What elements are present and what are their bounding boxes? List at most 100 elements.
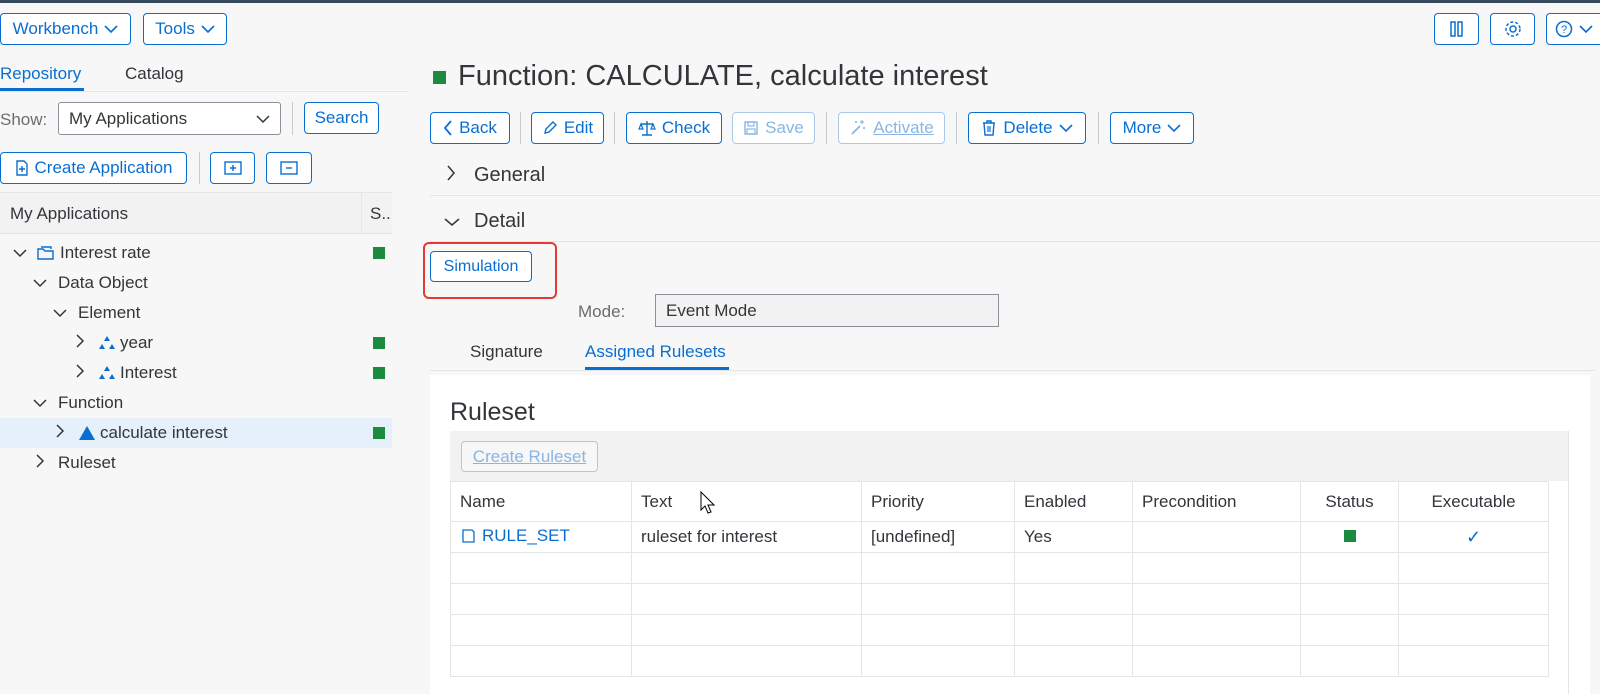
expand-all-button[interactable] [210, 152, 255, 184]
tree-item-data-object[interactable]: Data Object [0, 268, 392, 298]
status-active-icon [373, 367, 385, 379]
chevron-down-icon [1167, 124, 1181, 133]
tree-item-element[interactable]: Element [0, 298, 392, 328]
section-general-label: General [474, 163, 546, 186]
ruleset-panel: Ruleset Create Ruleset Name Text Priorit… [430, 375, 1590, 694]
tab-repository[interactable]: Repository [0, 64, 81, 84]
left-panel: Repository Catalog Show: My Applications… [0, 55, 408, 694]
save-label: Save [765, 118, 804, 137]
element-icon [99, 366, 115, 379]
section-divider [430, 195, 1600, 196]
tree-item-ruleset[interactable]: Ruleset [0, 448, 392, 478]
collapse-all-icon [280, 161, 298, 175]
create-application-button[interactable]: Create Application [0, 152, 187, 184]
tree-item-interest-rate[interactable]: Interest rate [0, 238, 392, 268]
element-icon [99, 336, 115, 349]
tabs-divider [430, 370, 1596, 371]
collapse-all-button[interactable] [266, 152, 312, 184]
ruleset-title: Ruleset [450, 398, 535, 426]
chevron-down-icon[interactable] [30, 393, 50, 413]
section-detail-header[interactable]: Detail [408, 206, 1592, 236]
column-header-precondition[interactable]: Precondition [1132, 481, 1301, 522]
main-panel: Function: CALCULATE, calculate interest … [408, 55, 1600, 694]
chevron-right-icon[interactable] [70, 333, 90, 353]
help-button[interactable]: ? [1546, 13, 1600, 45]
edit-button[interactable]: Edit [531, 112, 604, 144]
ruleset-table: Name Text Priority Enabled Precondition … [450, 481, 1549, 677]
tools-menu-button[interactable]: Tools [143, 13, 227, 45]
column-header-name[interactable]: Name [450, 481, 632, 522]
svg-text:?: ? [1561, 24, 1567, 36]
chevron-right-icon[interactable] [50, 423, 70, 443]
table-row [450, 645, 1549, 677]
tree-item-label: calculate interest [100, 423, 228, 442]
mode-field: Event Mode [655, 294, 999, 327]
toolbar-separator [826, 112, 827, 144]
balance-icon [638, 121, 656, 136]
settings-button[interactable] [1490, 13, 1535, 45]
tools-label: Tools [155, 19, 195, 38]
more-button[interactable]: More [1110, 112, 1194, 144]
cell-name[interactable]: RULE_SET [450, 521, 632, 553]
column-header-text[interactable]: Text [631, 481, 862, 522]
column-header-status[interactable]: Status [1300, 481, 1399, 522]
column-header-enabled[interactable]: Enabled [1014, 481, 1133, 522]
cell-enabled: Yes [1014, 521, 1133, 553]
more-label: More [1122, 118, 1162, 137]
tree-item-calculate-interest[interactable]: calculate interest [0, 418, 392, 448]
cell-status [1300, 521, 1399, 553]
table-row[interactable]: RULE_SET ruleset for interest [undefined… [450, 521, 1549, 553]
toolbar-separator [292, 102, 293, 135]
show-select[interactable]: My Applications [58, 102, 281, 135]
delete-button[interactable]: Delete [968, 112, 1086, 144]
chevron-down-icon [444, 210, 460, 233]
section-detail-label: Detail [474, 209, 526, 232]
activate-label: Activate [873, 118, 934, 137]
cell-priority: [undefined] [861, 521, 1015, 553]
tab-catalog[interactable]: Catalog [125, 64, 184, 84]
tree-item-label: year [120, 333, 154, 352]
table-right-edge [1568, 431, 1569, 694]
chevron-right-icon[interactable] [30, 453, 50, 473]
tab-assigned-rulesets[interactable]: Assigned Rulesets [585, 342, 726, 362]
tree-item-label: Ruleset [58, 453, 116, 472]
toolbar-separator [520, 112, 521, 144]
back-label: Back [459, 118, 497, 137]
ruleset-link[interactable]: RULE_SET [482, 526, 570, 546]
chevron-down-icon [104, 25, 118, 34]
table-row [450, 614, 1549, 646]
tree-item-label: Interest rate [60, 243, 151, 262]
tree-item-year[interactable]: year [0, 328, 392, 358]
workbench-label: Workbench [12, 19, 99, 38]
save-button[interactable]: Save [732, 112, 815, 144]
tab-signature[interactable]: Signature [470, 342, 543, 362]
check-button[interactable]: Check [626, 112, 722, 144]
simulation-button[interactable]: Simulation [430, 251, 532, 282]
workbench-menu-button[interactable]: Workbench [0, 13, 131, 45]
section-general-header[interactable]: General [408, 160, 1592, 190]
tree-item-function[interactable]: Function [0, 388, 392, 418]
status-active-icon [433, 71, 446, 84]
activate-button[interactable]: Activate [838, 112, 945, 144]
tree-header-status: S.. [370, 204, 391, 223]
column-header-priority[interactable]: Priority [861, 481, 1015, 522]
create-ruleset-button[interactable]: Create Ruleset [461, 441, 598, 472]
mouse-cursor-icon [700, 491, 716, 514]
gear-icon [1504, 21, 1521, 37]
chevron-down-icon[interactable] [50, 303, 70, 323]
back-button[interactable]: Back [430, 112, 510, 144]
chevron-down-icon[interactable] [30, 273, 50, 293]
tree-item-label: Data Object [58, 273, 148, 292]
trash-icon [983, 120, 996, 136]
toolbar-separator [956, 112, 957, 144]
layout-button[interactable] [1434, 13, 1479, 45]
search-button[interactable]: Search [304, 102, 379, 134]
column-header-executable[interactable]: Executable [1398, 481, 1549, 522]
ruleset-icon [462, 528, 475, 543]
cell-text: ruleset for interest [631, 521, 862, 553]
chevron-down-icon[interactable] [10, 243, 30, 263]
chevron-right-icon[interactable] [70, 363, 90, 383]
chevron-right-icon [446, 164, 456, 187]
tree-item-interest[interactable]: Interest [0, 358, 392, 388]
status-active-icon [373, 247, 385, 259]
